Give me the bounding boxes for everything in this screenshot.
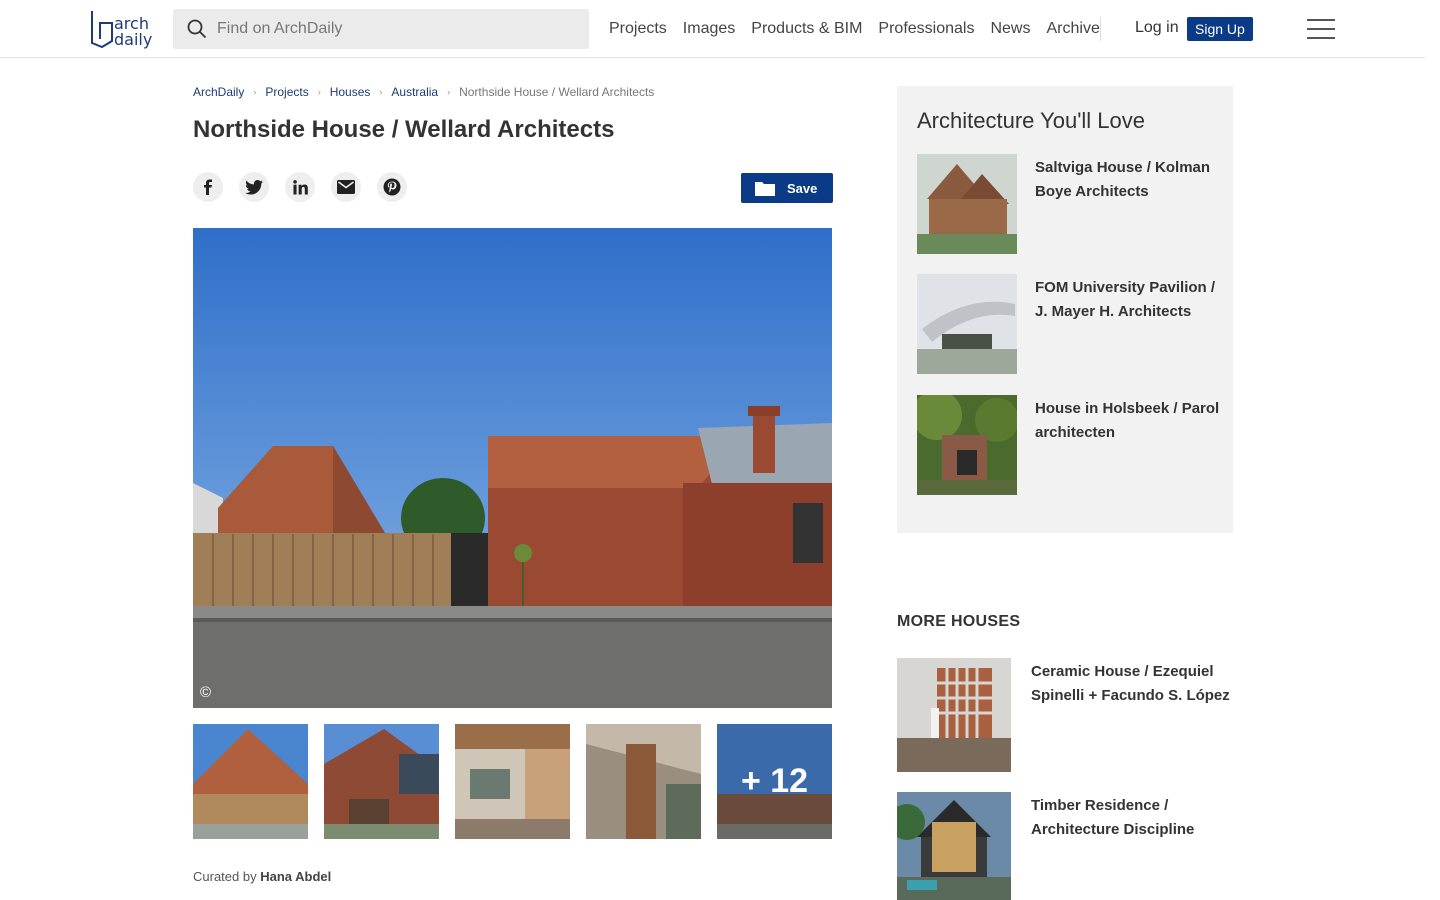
chevron-right-icon: › (379, 87, 383, 97)
gallery-thumb-more[interactable]: + 12 (717, 724, 832, 839)
chevron-right-icon: › (317, 87, 321, 97)
breadcrumb: ArchDaily › Projects › Houses › Australi… (193, 85, 654, 99)
hero-image[interactable] (193, 228, 832, 708)
save-label: Save (787, 180, 818, 196)
gallery-thumb[interactable] (455, 724, 570, 839)
logo-text-daily: daily (114, 30, 153, 49)
archdaily-logo[interactable]: arch daily (88, 9, 156, 51)
folder-icon (755, 181, 775, 196)
more-house-image[interactable] (897, 658, 1011, 772)
twitter-icon[interactable] (239, 172, 269, 202)
nav-products-bim[interactable]: Products & BIM (751, 20, 862, 38)
more-house-title[interactable]: Timber Residence / Architecture Discipli… (1031, 794, 1231, 842)
related-project[interactable]: House in Holsbeek / Parol architecten (917, 395, 1220, 495)
login-link[interactable]: Log in (1135, 19, 1179, 37)
menu-icon[interactable] (1307, 19, 1335, 39)
signup-button[interactable]: Sign Up (1187, 17, 1253, 41)
more-house-image[interactable] (897, 792, 1011, 900)
related-project-image[interactable] (917, 154, 1017, 254)
related-project-title[interactable]: FOM University Pavilion / J. Mayer H. Ar… (1035, 276, 1220, 324)
gallery-thumbnails: + 12 (193, 724, 832, 839)
copyright-icon[interactable]: © (200, 684, 211, 701)
email-icon[interactable] (331, 172, 361, 202)
facebook-icon[interactable] (193, 172, 223, 202)
gallery-thumb[interactable] (586, 724, 701, 839)
breadcrumb-australia[interactable]: Australia (391, 85, 438, 99)
site-header: arch daily Projects Images Products & BI… (0, 0, 1425, 58)
gallery-thumb[interactable] (324, 724, 439, 839)
related-project-image[interactable] (917, 274, 1017, 374)
page-title: Northside House / Wellard Architects (193, 116, 615, 143)
curator-name[interactable]: Hana Abdel (260, 869, 331, 884)
linkedin-icon[interactable] (285, 172, 315, 202)
pinterest-icon[interactable] (377, 172, 407, 202)
breadcrumb-projects[interactable]: Projects (265, 85, 308, 99)
breadcrumb-houses[interactable]: Houses (330, 85, 371, 99)
curated-prefix: Curated by (193, 869, 257, 884)
architecture-you-will-love-panel: Architecture You'll Love Saltviga House … (897, 86, 1233, 533)
more-houses-heading: MORE HOUSES (897, 613, 1021, 630)
gallery-thumb[interactable] (193, 724, 308, 839)
related-project-title[interactable]: House in Holsbeek / Parol architecten (1035, 397, 1220, 445)
search-input[interactable] (217, 9, 577, 49)
search-bar[interactable] (173, 9, 589, 49)
nav-projects[interactable]: Projects (609, 20, 667, 38)
more-house[interactable]: Timber Residence / Architecture Discipli… (897, 792, 1233, 900)
nav-professionals[interactable]: Professionals (878, 20, 974, 38)
search-icon[interactable] (187, 19, 207, 39)
breadcrumb-current: Northside House / Wellard Architects (459, 85, 655, 99)
nav-divider (1100, 17, 1101, 41)
more-house[interactable]: Ceramic House / Ezequiel Spinelli + Facu… (897, 658, 1233, 772)
nav-archive[interactable]: Archive (1046, 20, 1099, 38)
related-project-image[interactable] (917, 395, 1017, 495)
chevron-right-icon: › (447, 87, 451, 97)
nav-news[interactable]: News (990, 20, 1030, 38)
main-nav: Projects Images Products & BIM Professio… (609, 0, 1116, 58)
breadcrumb-archdaily[interactable]: ArchDaily (193, 85, 244, 99)
logo-mark-icon (91, 11, 113, 49)
panel-title: Architecture You'll Love (917, 108, 1146, 133)
related-project-title[interactable]: Saltviga House / Kolman Boye Architects (1035, 156, 1220, 204)
gallery-more-label: + 12 (740, 762, 809, 800)
curated-by: Curated by Hana Abdel (193, 869, 331, 884)
related-project[interactable]: Saltviga House / Kolman Boye Architects (917, 154, 1217, 254)
chevron-right-icon: › (253, 87, 257, 97)
share-bar (193, 172, 407, 202)
more-house-title[interactable]: Ceramic House / Ezequiel Spinelli + Facu… (1031, 660, 1231, 708)
related-project[interactable]: FOM University Pavilion / J. Mayer H. Ar… (917, 274, 1217, 374)
nav-images[interactable]: Images (683, 20, 735, 38)
save-button[interactable]: Save (741, 173, 833, 203)
